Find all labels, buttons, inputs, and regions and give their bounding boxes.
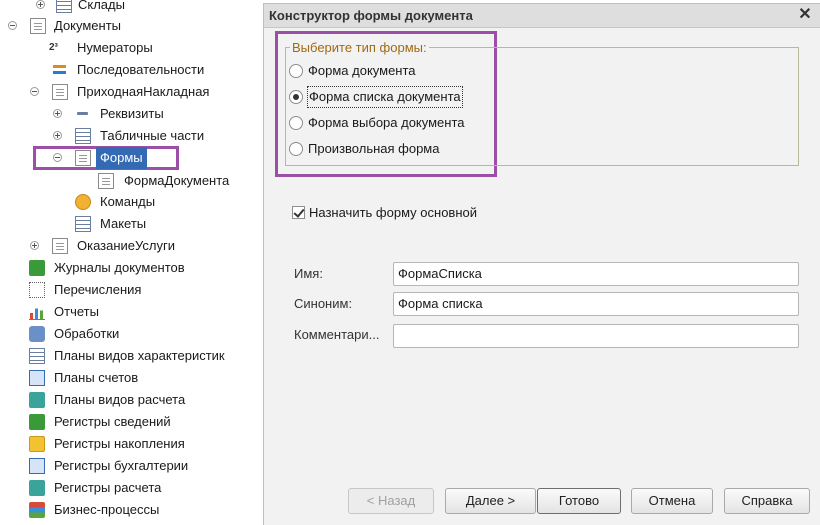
tree-item-label: Табличные части xyxy=(100,128,205,143)
comment-label: Комментари... xyxy=(294,327,380,342)
expand-icon[interactable] xyxy=(53,131,62,140)
radio-label: Форма документа xyxy=(308,63,416,78)
dialog-titlebar[interactable]: Конструктор формы документа ✕ xyxy=(264,4,820,28)
tree-item-label: Планы видов характеристик xyxy=(54,348,225,363)
back-button[interactable]: < Назад xyxy=(348,488,434,514)
document-icon xyxy=(52,238,68,254)
numerator-icon: 2³ xyxy=(49,42,58,53)
tree-item-label: ПриходнаяНакладная xyxy=(77,84,210,99)
checkbox-checked[interactable] xyxy=(292,206,305,219)
acc-register-icon xyxy=(29,458,45,474)
collapse-icon[interactable] xyxy=(53,153,62,162)
tree-item-label: Регистры бухгалтерии xyxy=(54,458,189,473)
journal-icon xyxy=(29,260,45,276)
processing-icon xyxy=(29,326,45,342)
tree-item-label: Макеты xyxy=(100,216,147,231)
tree-item-label: Документы xyxy=(54,18,122,33)
tree-item-label: Обработки xyxy=(54,326,120,341)
name-label: Имя: xyxy=(294,266,323,281)
tree-item-label: Реквизиты xyxy=(100,106,164,121)
help-button[interactable]: Справка xyxy=(724,488,810,514)
synonym-label: Синоним: xyxy=(294,296,353,311)
tree-item-label: Планы видов расчета xyxy=(54,392,186,407)
expand-icon[interactable] xyxy=(36,0,45,9)
report-icon xyxy=(29,304,45,320)
calc-types-icon xyxy=(29,392,45,408)
tree-item-label: Регистры накопления xyxy=(54,436,185,451)
calc-register-icon xyxy=(29,480,45,496)
expand-icon[interactable] xyxy=(30,241,39,250)
dialog-title: Конструктор формы документа xyxy=(269,8,473,23)
tree-item-label: Нумераторы xyxy=(77,40,153,55)
tree-item-label: Регистры расчета xyxy=(54,480,162,495)
tree-item-label: Планы счетов xyxy=(54,370,139,385)
command-icon xyxy=(75,194,91,210)
document-icon xyxy=(30,18,46,34)
collapse-icon[interactable] xyxy=(30,87,39,96)
tree-item-label: Перечисления xyxy=(54,282,142,297)
radio-button-selected[interactable] xyxy=(289,90,303,104)
next-button[interactable]: Далее > xyxy=(445,488,536,514)
radio-button[interactable] xyxy=(289,116,303,130)
table-icon xyxy=(75,128,91,144)
accounts-icon xyxy=(29,370,45,386)
tree-item-label: Отчеты xyxy=(54,304,99,319)
tree-item-label: Склады xyxy=(78,0,125,12)
document-icon xyxy=(52,84,68,100)
collapse-icon[interactable] xyxy=(8,21,17,30)
enum-icon xyxy=(29,282,45,298)
info-register-icon xyxy=(29,414,45,430)
business-process-icon xyxy=(29,502,45,518)
form-icon xyxy=(75,150,91,166)
expand-icon[interactable] xyxy=(53,109,62,118)
form-type-legend: Выберите тип формы: xyxy=(292,40,427,55)
tree-item-label: Формы xyxy=(96,147,147,169)
name-field[interactable]: ФормаСписка xyxy=(393,262,799,286)
radio-button[interactable] xyxy=(289,64,303,78)
metadata-tree[interactable]: Склады Документы 2³ Нумераторы Последова… xyxy=(0,0,263,525)
tree-item-label: Команды xyxy=(100,194,156,209)
tree-item-label: Последовательности xyxy=(77,62,205,77)
accum-register-icon xyxy=(29,436,45,452)
radio-button[interactable] xyxy=(289,142,303,156)
done-button[interactable]: Готово xyxy=(537,488,621,514)
cancel-button[interactable]: Отмена xyxy=(631,488,713,514)
form-constructor-dialog: Конструктор формы документа ✕ Выберите т… xyxy=(263,3,820,525)
chart-types-icon xyxy=(29,348,45,364)
comment-field[interactable] xyxy=(393,324,799,348)
tree-item-label: ОказаниеУслуги xyxy=(77,238,176,253)
close-icon[interactable]: ✕ xyxy=(796,6,814,24)
sequence-icon xyxy=(52,62,68,78)
synonym-field[interactable]: Форма списка xyxy=(393,292,799,316)
tree-item-label: Регистры сведений xyxy=(54,414,171,429)
attributes-icon xyxy=(75,106,91,122)
radio-label: Форма списка документа xyxy=(307,86,463,108)
tree-item-label: Бизнес-процессы xyxy=(54,502,160,517)
template-icon xyxy=(75,216,91,232)
radio-label: Форма выбора документа xyxy=(308,115,465,130)
form-icon xyxy=(98,173,114,189)
table-icon xyxy=(56,0,72,13)
checkbox-label: Назначить форму основной xyxy=(309,205,477,220)
radio-label: Произвольная форма xyxy=(308,141,440,156)
tree-item-label: Журналы документов xyxy=(54,260,185,275)
tree-item-label: ФормаДокумента xyxy=(124,173,230,188)
